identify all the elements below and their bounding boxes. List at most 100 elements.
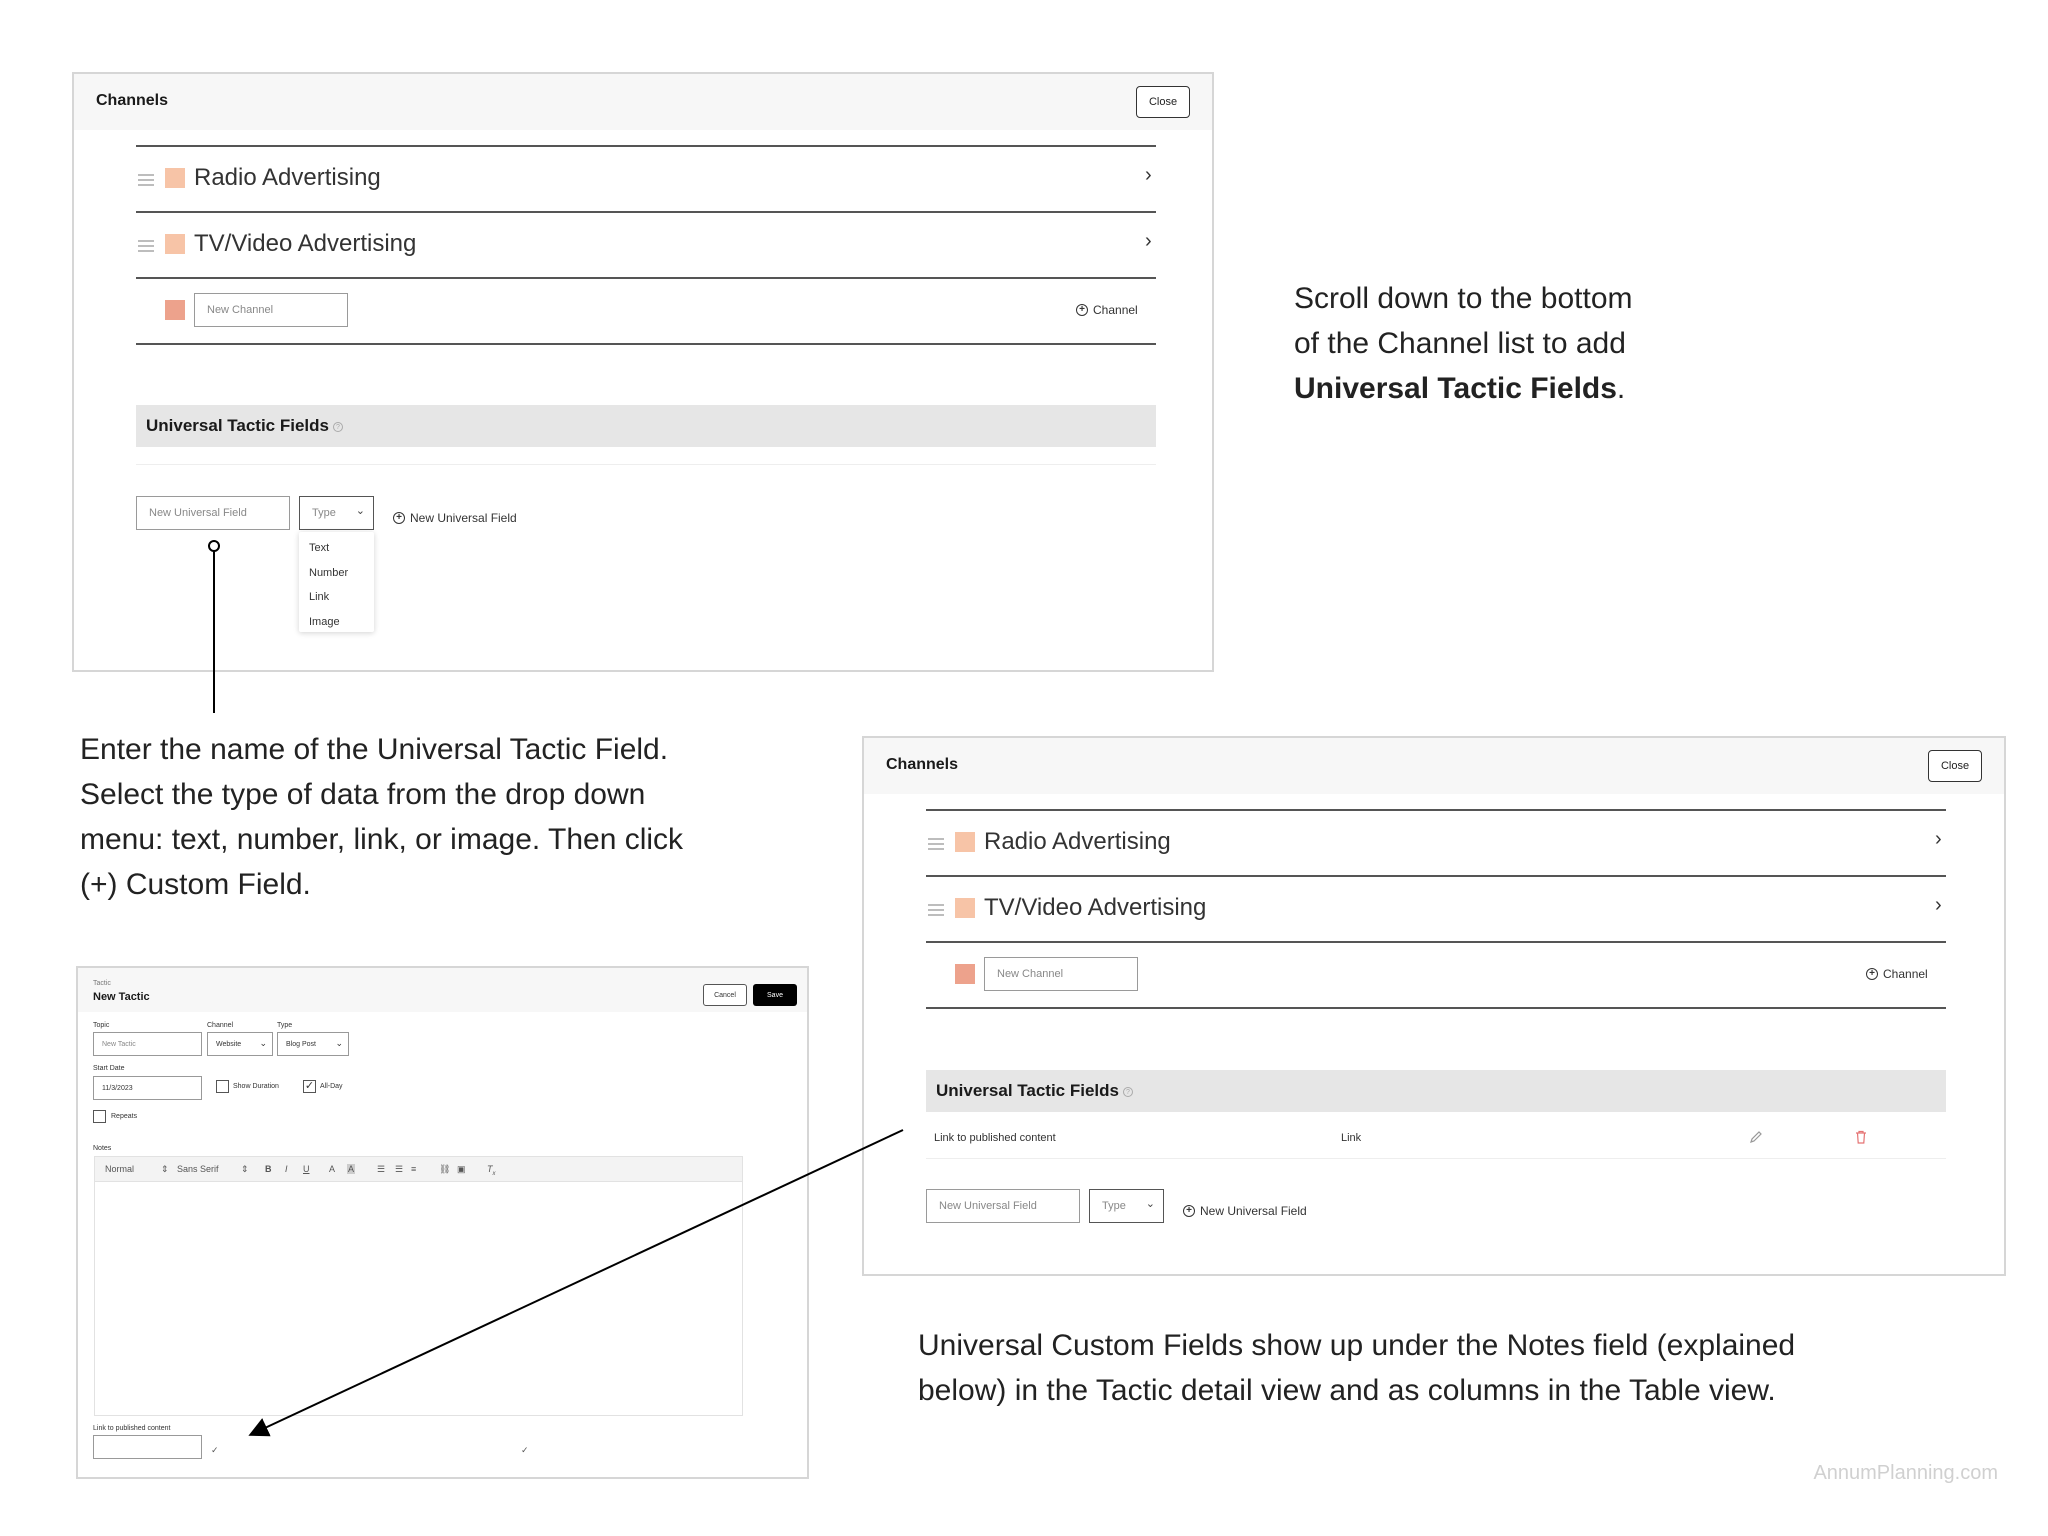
channel-select[interactable]: Website ⌄	[207, 1032, 273, 1056]
panel-title: Channels	[96, 92, 169, 109]
start-date-input[interactable]: 11/3/2023	[93, 1076, 202, 1100]
type-select[interactable]: Type ⌄	[299, 496, 374, 530]
watermark: AnnumPlanning.com	[1813, 1462, 1998, 1484]
type-select-value: Type	[312, 507, 336, 519]
all-day-label: All-Day	[320, 1083, 343, 1090]
new-channel-input[interactable]: New Channel	[194, 293, 348, 327]
chevron-down-icon: ⌄	[355, 505, 365, 517]
channels-panel-top: Channels Close Radio Advertising › TV/Vi…	[72, 72, 1214, 672]
divider	[926, 875, 1946, 877]
chevron-right-icon[interactable]: ›	[1935, 894, 1942, 917]
add-channel-button[interactable]: + Channel	[1076, 303, 1138, 317]
checkmark-icon: ✓	[211, 1445, 219, 1455]
channels-panel-bottom: Channels Close Radio Advertising › TV/Vi…	[862, 736, 2006, 1276]
drag-handle-icon[interactable]	[138, 174, 154, 186]
universal-tactic-fields-header: Universal Tactic Fields?	[926, 1070, 1946, 1112]
new-channel-color-swatch[interactable]	[165, 300, 185, 320]
type-label: Type	[277, 1022, 293, 1029]
note-enter-name: Enter the name of the Universal Tactic F…	[80, 733, 684, 901]
plus-circle-icon: +	[1183, 1205, 1195, 1217]
add-channel-button[interactable]: + Channel	[1866, 967, 1928, 981]
drag-handle-icon[interactable]	[928, 904, 944, 916]
close-button[interactable]: Close	[1928, 750, 1982, 782]
new-universal-field-input[interactable]: New Universal Field	[926, 1189, 1080, 1223]
plus-circle-icon: +	[1866, 968, 1878, 980]
divider	[926, 1158, 1946, 1159]
chevron-down-icon: ⌄	[335, 1038, 343, 1048]
show-duration-checkbox[interactable]	[216, 1080, 229, 1093]
channel-item-tv-video-advertising[interactable]: TV/Video Advertising	[984, 894, 1206, 922]
annotation-pointer-line	[208, 540, 220, 713]
type-option-text[interactable]: Text	[309, 542, 329, 554]
chevron-right-icon[interactable]: ›	[1145, 164, 1152, 187]
plus-circle-icon: +	[393, 512, 405, 524]
channel-item-tv-video-advertising[interactable]: TV/Video Advertising	[194, 230, 416, 258]
all-day-checkbox[interactable]: ✓	[303, 1080, 316, 1093]
channel-item-radio-advertising[interactable]: Radio Advertising	[194, 164, 381, 192]
add-channel-label: Channel	[1093, 303, 1138, 317]
format-select-arrows-icon: ⇕	[161, 1164, 169, 1174]
font-select[interactable]: Sans Serif	[177, 1164, 219, 1174]
save-button[interactable]: Save	[753, 984, 797, 1006]
divider	[926, 809, 1946, 811]
note-scroll-down: Scroll down to the bottom of the Channel…	[1294, 282, 1633, 405]
type-option-link[interactable]: Link	[309, 591, 329, 603]
cancel-button[interactable]: Cancel	[703, 984, 747, 1006]
type-select-value: Type	[1102, 1200, 1126, 1212]
chevron-right-icon[interactable]: ›	[1935, 828, 1942, 851]
tactic-kicker: Tactic	[93, 980, 111, 987]
repeats-checkbox[interactable]	[93, 1110, 106, 1123]
section-title: Universal Tactic Fields?	[146, 416, 343, 436]
channel-color-swatch	[165, 234, 185, 254]
drag-handle-icon[interactable]	[138, 240, 154, 252]
universal-field-type: Link	[1341, 1132, 1362, 1144]
divider	[136, 211, 1156, 213]
channel-item-radio-advertising[interactable]: Radio Advertising	[984, 828, 1171, 856]
note-universal-fields: Universal Custom Fields show up under th…	[918, 1329, 1796, 1407]
type-select[interactable]: Blog Post ⌄	[277, 1032, 349, 1056]
chevron-right-icon[interactable]: ›	[1145, 230, 1152, 253]
panel-title: Channels	[886, 756, 959, 773]
custom-field-label: Link to published content	[93, 1425, 171, 1432]
add-universal-field-label: New Universal Field	[1200, 1204, 1307, 1218]
divider	[136, 277, 1156, 279]
pencil-icon[interactable]	[1749, 1130, 1763, 1144]
type-dropdown-menu: Text Number Link Image	[299, 532, 374, 632]
chevron-down-icon: ⌄	[1145, 1198, 1155, 1210]
tactic-header: Tactic New Tactic Cancel Save	[78, 968, 807, 1012]
info-icon[interactable]: ?	[1122, 1086, 1133, 1097]
type-select[interactable]: Type ⌄	[1089, 1189, 1164, 1223]
new-universal-field-input[interactable]: New Universal Field	[136, 496, 290, 530]
add-channel-label: Channel	[1883, 967, 1928, 981]
divider	[926, 1007, 1946, 1009]
type-option-number[interactable]: Number	[309, 567, 348, 579]
tactic-title: New Tactic	[93, 991, 150, 1003]
close-button[interactable]: Close	[1136, 86, 1190, 118]
trash-icon[interactable]	[1855, 1130, 1867, 1144]
section-title: Universal Tactic Fields?	[936, 1081, 1133, 1101]
divider	[136, 145, 1156, 147]
custom-field-input[interactable]	[93, 1435, 202, 1459]
add-universal-field-button[interactable]: + New Universal Field	[393, 511, 517, 525]
notes-label: Notes	[93, 1145, 112, 1152]
topic-label: Topic	[93, 1022, 110, 1029]
type-option-image[interactable]: Image	[309, 616, 340, 628]
add-universal-field-button[interactable]: + New Universal Field	[1183, 1204, 1307, 1218]
panel-header: Channels Close	[74, 74, 1212, 130]
topic-input[interactable]: New Tactic	[93, 1032, 202, 1056]
channel-label: Channel	[207, 1022, 234, 1029]
new-channel-input[interactable]: New Channel	[984, 957, 1138, 991]
show-duration-label: Show Duration	[233, 1083, 279, 1090]
channel-color-swatch	[165, 168, 185, 188]
new-channel-color-swatch[interactable]	[955, 964, 975, 984]
universal-field-name: Link to published content	[934, 1132, 1056, 1144]
channel-color-swatch	[955, 832, 975, 852]
info-icon[interactable]: ?	[332, 421, 343, 432]
chevron-down-icon: ⌄	[259, 1038, 267, 1048]
drag-handle-icon[interactable]	[928, 838, 944, 850]
universal-tactic-fields-header: Universal Tactic Fields?	[136, 405, 1156, 447]
panel-header: Channels Close	[864, 738, 2004, 794]
annotation-arrow	[248, 1129, 904, 1437]
add-universal-field-label: New Universal Field	[410, 511, 517, 525]
format-select[interactable]: Normal	[105, 1164, 134, 1174]
